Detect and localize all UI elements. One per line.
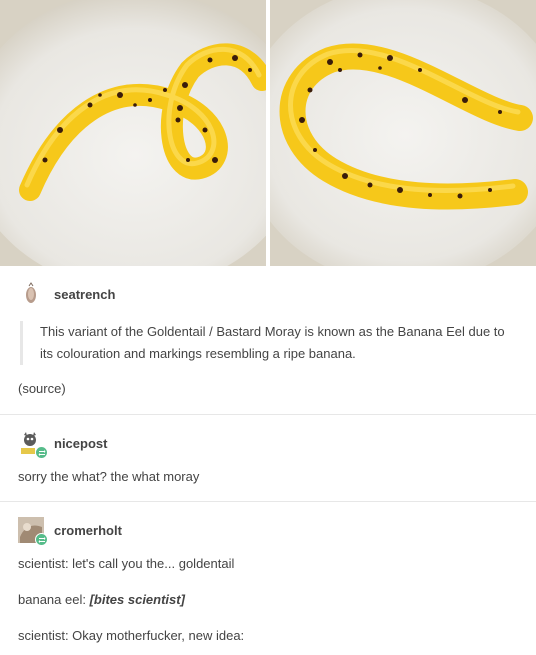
- banana-eel-photo-left[interactable]: [0, 0, 266, 266]
- divider: [0, 501, 536, 502]
- reblog-badge: [35, 446, 48, 459]
- reblog-icon: [38, 449, 45, 456]
- banana-eel-image-right: [270, 0, 536, 266]
- banana-eel-image-left: [0, 0, 266, 266]
- photo-set: [0, 0, 536, 266]
- dialogue-action: [bites scientist]: [89, 592, 185, 607]
- post-header-nicepost: nicepost: [18, 430, 107, 459]
- shell-avatar-icon: [18, 281, 44, 307]
- divider: [0, 414, 536, 415]
- banana-eel-photo-right[interactable]: [270, 0, 536, 266]
- avatar[interactable]: [18, 430, 48, 459]
- reblog-badge: [35, 533, 48, 546]
- avatar[interactable]: [18, 281, 44, 307]
- post-header-seatrench: seatrench: [18, 281, 115, 307]
- dialogue-line-1: scientist: let's call you the... goldent…: [18, 556, 235, 571]
- quote-text: This variant of the Goldentail / Bastard…: [40, 324, 505, 361]
- blockquote: This variant of the Goldentail / Bastard…: [20, 321, 520, 365]
- username[interactable]: seatrench: [54, 287, 115, 302]
- reply-text: sorry the what? the what moray: [18, 469, 200, 484]
- dialogue-speaker: banana eel:: [18, 592, 90, 607]
- dialogue-line-2: banana eel: [bites scientist]: [18, 591, 185, 609]
- source-link[interactable]: (source): [18, 381, 66, 396]
- username[interactable]: cromerholt: [54, 523, 122, 538]
- reblog-icon: [38, 536, 45, 543]
- dialogue-line-3: scientist: Okay motherfucker, new idea:: [18, 628, 245, 643]
- post-header-cromerholt: cromerholt: [18, 517, 122, 546]
- username[interactable]: nicepost: [54, 436, 107, 451]
- avatar[interactable]: [18, 517, 48, 546]
